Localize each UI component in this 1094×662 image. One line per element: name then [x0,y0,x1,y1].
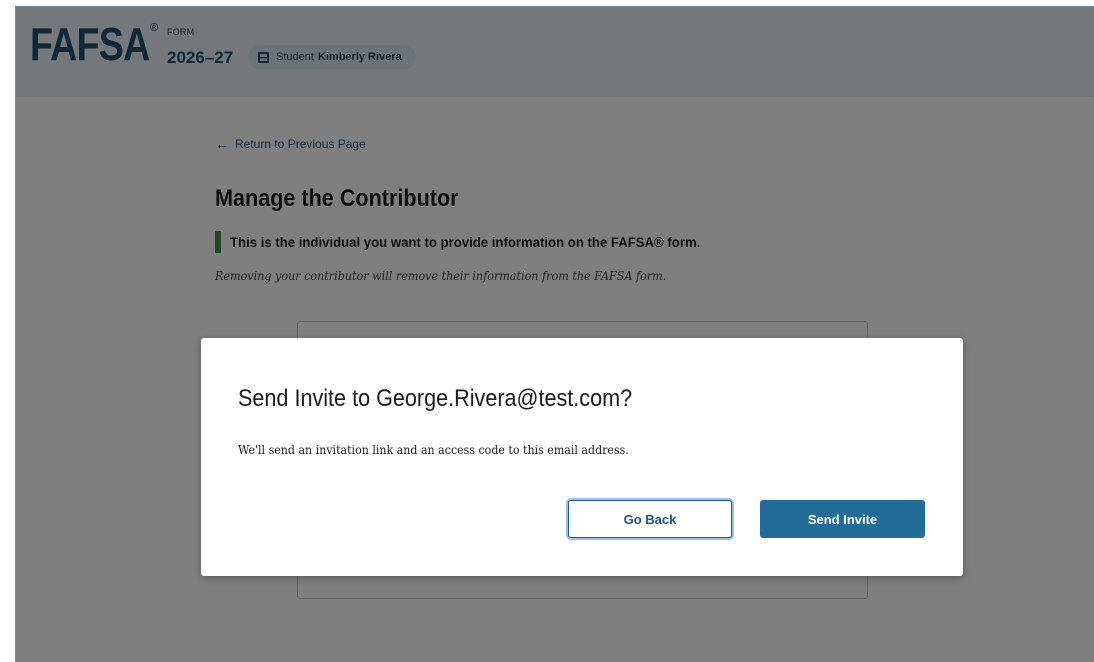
browser-viewport: FAFSA ® FORM 2026–27 Student Kimberly Ri… [15,6,1094,662]
dialog-title: Send Invite to George.Rivera@test.com? [238,385,633,412]
go-back-button[interactable]: Go Back [568,500,732,538]
send-invite-button[interactable]: Send Invite [760,500,925,538]
dialog-message: We'll send an invitation link and an acc… [238,443,629,457]
send-invite-dialog: Send Invite to George.Rivera@test.com? W… [201,338,963,576]
